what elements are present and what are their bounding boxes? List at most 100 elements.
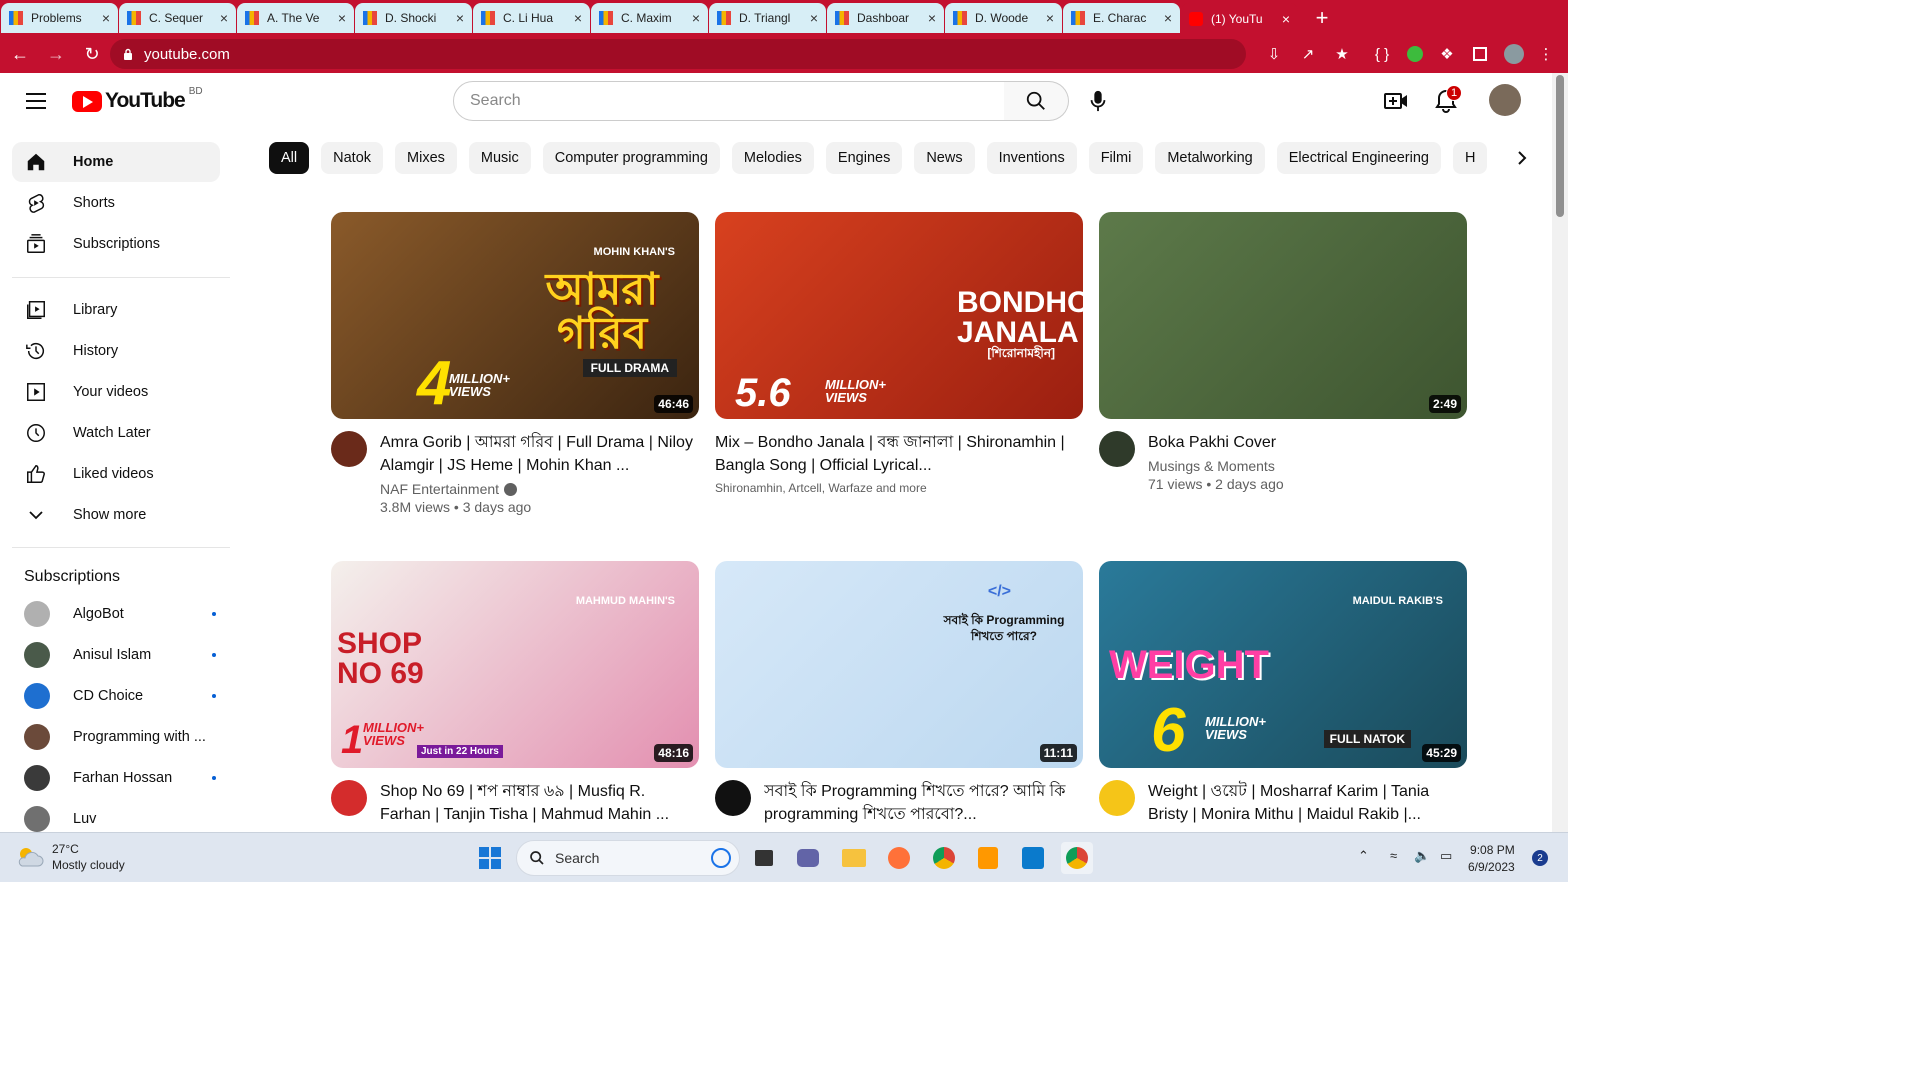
file-explorer-icon[interactable] [838,842,870,874]
voice-search-button[interactable] [1082,85,1114,117]
chip-news[interactable]: News [914,142,975,174]
sidebar-item-watch-later[interactable]: Watch Later [12,413,220,453]
search-input[interactable]: Search [453,81,1005,121]
video-title[interactable]: Weight | ওয়েট | Mosharraf Karim | Tania… [1148,780,1467,826]
browser-tab[interactable]: D. Shocki × [355,3,472,33]
battery-icon[interactable]: ▭ [1440,848,1452,864]
subscription-item[interactable]: Farhan Hossan [12,758,220,798]
browser-tab[interactable]: (1) YouTu × [1181,3,1298,35]
browser-tab[interactable]: D. Triangl × [709,3,826,33]
wifi-icon[interactable]: ≈ [1390,848,1397,863]
teams-chat-icon[interactable] [792,842,824,874]
subscription-item[interactable]: Programming with ... [12,717,220,757]
chip-all[interactable]: All [269,142,310,174]
video-title[interactable]: Mix – Bondho Janala | বন্ধ জানালা | Shir… [715,431,1083,477]
profile-avatar-icon[interactable] [1500,40,1528,68]
video-thumbnail[interactable]: MAIDUL RAKIB'S WEIGHT FULL NATOK 6 MILLION+ … [1099,561,1467,768]
bing-icon[interactable] [711,848,731,868]
subscription-item[interactable]: CD Choice [12,676,220,716]
close-tab-icon[interactable]: × [810,10,818,26]
video-card[interactable]: সবাই কি Programming শিখতে পারে? </> 11:11 স… [715,561,1083,826]
chip-metalworking[interactable]: Metalworking [1155,142,1265,174]
close-tab-icon[interactable]: × [102,10,110,26]
maximize-button[interactable]: ❐ [1828,0,1874,32]
chrome-active-icon[interactable] [1061,842,1093,874]
video-thumbnail[interactable]: BONDHO JANALA [শিরোনামহীন] 5.6 MILLION+ VIE… [715,212,1083,419]
browser-tab[interactable]: C. Sequer × [119,3,236,33]
subscription-item[interactable]: Luv [12,799,220,832]
video-card[interactable]: MAHMUD MAHIN'S SHOP NO 69 1 MILLION+ VIEWS J… [331,561,699,826]
close-tab-icon[interactable]: × [220,10,228,26]
weather-widget[interactable]: 27°C Mostly cloudy [16,841,125,873]
guide-menu-icon[interactable] [20,89,52,113]
video-card[interactable]: 2:49 Boka Pakhi Cover Musings & Moments 71 … [1099,212,1467,492]
sidebar-item-subscriptions[interactable]: Subscriptions [12,224,220,264]
video-title[interactable]: সবাই কি Programming শিখতে পারে? আমি কি p… [764,780,1083,826]
start-button[interactable] [474,842,506,874]
taskbar-search[interactable]: Search [516,840,740,876]
volume-icon[interactable]: 🔈 [1414,848,1430,864]
channel-avatar[interactable] [331,431,367,467]
chip-engines[interactable]: Engines [825,142,903,174]
chip-computer-programming[interactable]: Computer programming [542,142,720,174]
page-scrollbar[interactable] [1552,73,1568,832]
sidebar-item-home[interactable]: Home [12,142,220,182]
sidebar-item-shorts[interactable]: Shorts [12,183,220,223]
channel-avatar[interactable] [331,780,367,816]
video-thumbnail[interactable]: সবাই কি Programming শিখতে পারে? </> 11:11 [715,561,1083,768]
video-thumbnail[interactable]: MAHMUD MAHIN'S SHOP NO 69 1 MILLION+ VIEWS J… [331,561,699,768]
browser-tab[interactable]: D. Woode × [945,3,1062,33]
subscription-item[interactable]: Anisul Islam [12,635,220,675]
close-window-button[interactable]: ✕ [1874,0,1920,32]
subscription-item[interactable]: AlgoBot [12,594,220,634]
close-tab-icon[interactable]: × [1164,10,1172,26]
firefox-icon[interactable] [883,842,915,874]
chrome-icon[interactable] [928,842,960,874]
extension-braces-icon[interactable]: { } [1368,40,1396,68]
task-view-icon[interactable] [748,842,780,874]
minimize-button[interactable]: — [1782,0,1828,32]
share-icon[interactable]: ↗ [1294,40,1322,68]
bookmark-star-icon[interactable]: ★ [1328,40,1356,68]
chip-electrical-engineering[interactable]: Electrical Engineering [1276,142,1441,174]
close-tab-icon[interactable]: × [338,10,346,26]
new-tab-button[interactable]: + [1308,3,1336,33]
browser-tab[interactable]: C. Li Hua × [473,3,590,33]
close-tab-icon[interactable]: × [1046,10,1054,26]
search-button[interactable] [1004,81,1069,121]
video-title[interactable]: Amra Gorib | আমরা গরিব | Full Drama | Ni… [380,431,699,477]
browser-tab[interactable]: Problems × [1,3,118,33]
chip-melodies[interactable]: Melodies [731,142,814,174]
scrollbar-thumb[interactable] [1556,75,1564,217]
reload-button[interactable]: ↻ [76,38,108,70]
close-tab-icon[interactable]: × [928,10,936,26]
video-card[interactable]: MOHIN KHAN'S আমরা গরিব FULL DRAMA 4 MILLION+… [331,212,699,515]
youtube-logo[interactable]: YouTube BD [72,86,203,113]
video-card[interactable]: MAIDUL RAKIB'S WEIGHT FULL NATOK 6 MILLION+ … [1099,561,1467,826]
video-title[interactable]: Shop No 69 | শপ নাম্বার ৬৯ | Musfiq R. F… [380,780,699,826]
address-bar[interactable]: youtube.com [110,39,1246,69]
browser-tab[interactable]: E. Charac × [1063,3,1180,33]
channel-avatar[interactable] [1099,780,1135,816]
side-panel-icon[interactable] [1466,40,1494,68]
chip-h[interactable]: H [1452,142,1488,174]
sidebar-item-liked-videos[interactable]: Liked videos [12,454,220,494]
channel-name[interactable]: Shironamhin, Artcell, Warfaze and more [715,481,1083,495]
video-thumbnail[interactable]: MOHIN KHAN'S আমরা গরিব FULL DRAMA 4 MILLION+… [331,212,699,419]
browser-tab[interactable]: C. Maxim × [591,3,708,33]
tray-overflow-icon[interactable]: ⌃ [1358,848,1369,864]
close-tab-icon[interactable]: × [456,10,464,26]
account-avatar[interactable] [1489,84,1521,116]
tab-search-icon[interactable]: ⌄ [1736,0,1782,32]
browser-tab[interactable]: A. The Ve × [237,3,354,33]
sidebar-item-show-more[interactable]: Show more [12,495,220,535]
sidebar-item-history[interactable]: History [12,331,220,371]
install-app-icon[interactable]: ⇩ [1260,40,1288,68]
video-thumbnail[interactable]: 2:49 [1099,212,1467,419]
create-button[interactable] [1380,85,1412,117]
chips-next-button[interactable] [1506,142,1538,174]
chip-natok[interactable]: Natok [321,142,384,174]
notifications-button[interactable]: 1 [1430,85,1462,117]
notification-center-badge[interactable]: 2 [1532,850,1548,866]
extensions-puzzle-icon[interactable]: ❖ [1433,40,1461,68]
